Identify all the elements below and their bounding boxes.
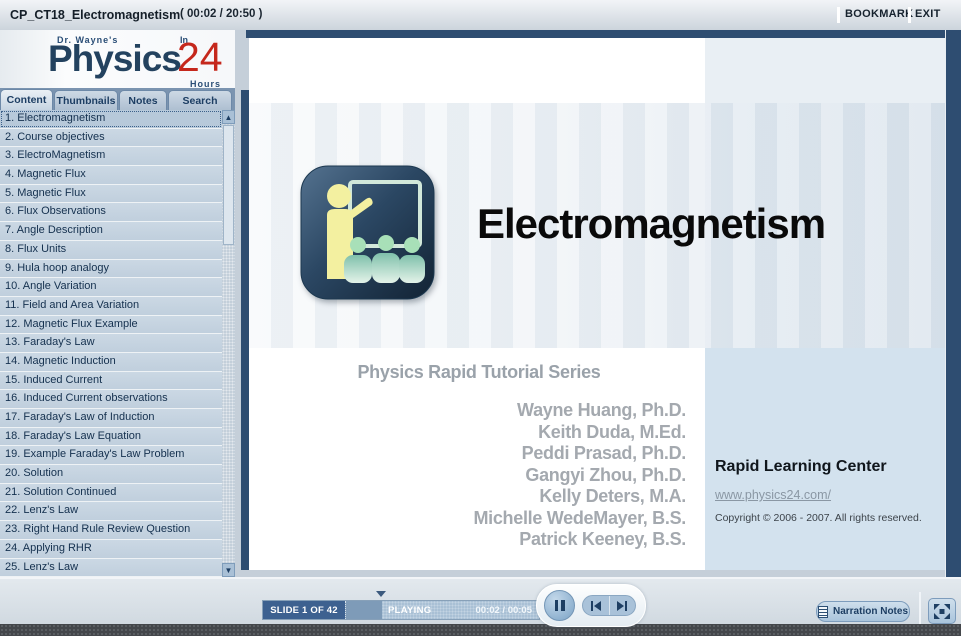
scroll-down-button[interactable]: ▼ — [222, 563, 235, 577]
toc-item[interactable]: 4. Magnetic Flux — [0, 166, 222, 184]
toc-item[interactable]: 18. Faraday's Law Equation — [0, 427, 222, 446]
lecture-title: CP_CT18_Electromagnetism — [10, 8, 181, 22]
slide-title: Electromagnetism — [476, 200, 826, 247]
next-slide-icon — [617, 600, 628, 611]
org-panel: Rapid Learning Center www.physics24.com/… — [715, 458, 937, 524]
author-name: Patrick Keeney, B.S. — [519, 529, 686, 549]
tab-thumbnails[interactable]: Thumbnails — [54, 90, 118, 110]
tab-search[interactable]: Search — [168, 90, 232, 110]
pause-button[interactable] — [544, 590, 575, 621]
toc-item[interactable]: 9. Hula hoop analogy — [0, 259, 222, 278]
pause-icon — [561, 600, 565, 611]
progress-marker-icon[interactable] — [376, 591, 386, 597]
tab-notes[interactable]: Notes — [119, 90, 167, 110]
toc-item[interactable]: 13. Faraday's Law — [0, 334, 222, 352]
tab-content[interactable]: Content — [0, 89, 53, 110]
previous-slide-button[interactable] — [583, 596, 610, 615]
sidebar-tabbar: Content Thumbnails Notes Search — [0, 88, 235, 110]
toc-item[interactable]: 1. Electromagnetism — [0, 110, 222, 128]
authors-list: Wayne Huang, Ph.D. Keith Duda, M.Ed. Peddi… — [309, 400, 686, 551]
org-name: Rapid Learning Center — [715, 458, 887, 475]
fullscreen-button[interactable] — [928, 598, 956, 624]
teacher-presentation-icon — [300, 165, 435, 300]
slide-right-panel-top — [705, 38, 945, 103]
toc-item[interactable]: 19. Example Faraday's Law Problem — [0, 446, 222, 465]
toc-list: 1. Electromagnetism 2. Course objectives 3… — [0, 110, 222, 577]
progress-remaining-segment: PLAYING 00:02 / 00:05 — [382, 601, 539, 619]
toc-item[interactable]: 14. Magnetic Induction — [0, 352, 222, 371]
slide-progress-bar[interactable]: SLIDE 1 OF 42 PLAYING 00:02 / 00:05 — [262, 600, 540, 620]
toc-item[interactable]: 21. Solution Continued — [0, 483, 222, 502]
toc-item[interactable]: 6. Flux Observations — [0, 203, 222, 222]
toc-item[interactable]: 22. Lenz's Law — [0, 502, 222, 521]
toc-item[interactable]: 3. ElectroMagnetism — [0, 147, 222, 166]
previous-slide-icon — [590, 600, 601, 611]
narration-notes-label: Narration Notes — [832, 606, 908, 617]
next-slide-button[interactable] — [610, 596, 636, 615]
series-subtitle: Physics Rapid Tutorial Series — [357, 362, 601, 382]
fullscreen-icon — [934, 603, 950, 619]
slide-time-display: 00:02 / 00:05 — [475, 604, 532, 616]
scrollbar-thumb[interactable] — [223, 125, 234, 245]
author-name: Gangyi Zhou, Ph.D. — [525, 464, 686, 485]
scroll-up-button[interactable]: ▲ — [222, 110, 235, 124]
author-name: Kelly Deters, M.A. — [539, 486, 686, 506]
pause-icon — [554, 600, 558, 611]
step-controls — [582, 595, 636, 616]
toc-item[interactable]: 12. Magnetic Flux Example — [0, 315, 222, 334]
toc-item[interactable]: 2. Course objectives — [0, 128, 222, 147]
toc-item[interactable]: 8. Flux Units — [0, 240, 222, 259]
scroll-up-arrow-icon: ▲ — [224, 112, 233, 122]
brand-logo: Dr. Wayne's Physics In 24 Hours — [0, 30, 235, 88]
stage-frame-right — [945, 30, 961, 577]
toc-item[interactable]: 23. Right Hand Rule Review Question — [0, 521, 222, 539]
copyright-text: Copyright © 2006 - 2007. All rights rese… — [715, 512, 922, 524]
playback-status: PLAYING — [388, 604, 432, 616]
toc-item[interactable]: 24. Applying RHR — [0, 539, 222, 558]
toc-item[interactable]: 25. Lenz's Law — [0, 558, 222, 577]
exit-button[interactable]: EXIT — [915, 8, 941, 20]
author-name: Peddi Prasad, Ph.D. — [521, 443, 687, 463]
author-name: Michelle WedeMayer, B.S. — [473, 507, 686, 528]
toc-item[interactable]: 15. Induced Current — [0, 371, 222, 390]
top-bar: CP_CT18_Electromagnetism ( 00:02 / 20:50… — [0, 0, 961, 31]
toc-item[interactable]: 16. Induced Current observations — [0, 390, 222, 408]
total-time-display: ( 00:02 / 20:50 ) — [180, 8, 263, 20]
author-name: Wayne Huang, Ph.D. — [517, 400, 686, 420]
stage-frame-left — [241, 90, 249, 570]
document-icon — [817, 605, 828, 618]
progress-played-segment — [345, 601, 382, 619]
scroll-down-arrow-icon: ▼ — [224, 565, 233, 575]
separator — [837, 7, 840, 23]
logo-number: 24 — [177, 34, 223, 80]
toc-item[interactable]: 7. Angle Description — [0, 222, 222, 240]
org-url-link[interactable]: www.physics24.com/ — [715, 488, 937, 502]
toc-item[interactable]: 11. Field and Area Variation — [0, 296, 222, 315]
separator — [908, 7, 911, 23]
slide-counter-badge: SLIDE 1 OF 42 — [263, 601, 345, 619]
logo-hours: Hours — [190, 79, 222, 88]
stage-frame-top — [246, 30, 961, 38]
toc-scrollbar[interactable]: ▲ ▼ — [222, 110, 235, 577]
toc-item[interactable]: 5. Magnetic Flux — [0, 184, 222, 203]
bookmark-button[interactable]: BOOKMARK — [845, 8, 913, 20]
slide-stage: Electromagnetism Physics Rapid Tutorial … — [235, 30, 961, 577]
logo-name: Physics — [48, 38, 182, 79]
slide-canvas: Electromagnetism Physics Rapid Tutorial … — [249, 38, 945, 570]
playback-console — [536, 584, 646, 627]
toc-item[interactable]: 20. Solution — [0, 465, 222, 483]
narration-notes-button[interactable]: Narration Notes — [816, 601, 910, 622]
bottom-texture-strip — [0, 624, 961, 636]
separator — [919, 592, 921, 624]
author-name: Keith Duda, M.Ed. — [538, 421, 686, 442]
toc-item[interactable]: 17. Faraday's Law of Induction — [0, 409, 222, 427]
player-window: CP_CT18_Electromagnetism ( 00:02 / 20:50… — [0, 0, 961, 636]
toc-item[interactable]: 10. Angle Variation — [0, 278, 222, 296]
